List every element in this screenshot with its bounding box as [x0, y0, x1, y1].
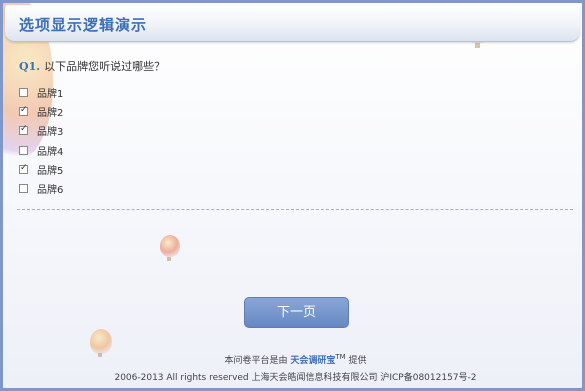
option-checkbox[interactable]: [19, 88, 28, 98]
balloon-basket: [167, 257, 171, 261]
option-item[interactable]: 品牌3: [19, 121, 63, 140]
option-label: 品牌5: [37, 165, 64, 177]
option-label: 品牌2: [37, 108, 64, 120]
option-checkbox[interactable]: [19, 184, 28, 194]
footer-credit: 本问卷平台是由 天会调研宝TM 提供: [3, 353, 582, 366]
balloon-decoration: [90, 329, 112, 354]
page-header: 选项显示逻辑演示: [5, 5, 580, 42]
option-item[interactable]: 品牌1: [19, 83, 63, 102]
survey-frame: 选项显示逻辑演示 Q1.以下品牌您听说过哪些？ 品牌1品牌2品牌3品牌4品牌5品…: [0, 0, 585, 391]
options-list: 品牌1 品牌2 品牌3 品牌4 品牌5 品牌6: [19, 83, 63, 198]
option-checkbox[interactable]: [19, 124, 28, 136]
balloon-basket: [475, 43, 480, 48]
option-item[interactable]: 品牌5: [19, 160, 63, 179]
footer-suffix: 提供: [348, 356, 367, 366]
footer-brand-link[interactable]: 天会调研宝: [290, 356, 335, 366]
option-checkbox[interactable]: [19, 105, 28, 117]
option-item[interactable]: 品牌4: [19, 141, 63, 160]
footer-prefix: 本问卷平台是由: [224, 356, 288, 366]
footer-copyright: 2006-2013 All rights reserved 上海天会皓闻信息科技…: [114, 373, 477, 383]
option-label: 品牌3: [37, 127, 64, 139]
question-number: Q1.: [19, 60, 41, 73]
option-label: 品牌1: [37, 89, 64, 101]
question-text: 以下品牌您听说过哪些？: [44, 60, 166, 73]
trademark-mark: TM: [335, 353, 346, 361]
question-prompt: Q1. 以下品牌您听说过哪些？: [19, 58, 165, 74]
divider: [17, 209, 573, 210]
page-title: 选项显示逻辑演示: [19, 16, 148, 34]
option-checkbox[interactable]: [19, 163, 28, 174]
option-label: 品牌6: [37, 185, 64, 197]
option-item[interactable]: 品牌6: [19, 179, 63, 198]
next-page-button[interactable]: 下一页: [244, 297, 349, 328]
option-checkbox[interactable]: [19, 145, 28, 155]
balloon-decoration: [160, 235, 180, 257]
option-label: 品牌4: [37, 146, 64, 158]
option-item[interactable]: 品牌2: [19, 102, 63, 121]
